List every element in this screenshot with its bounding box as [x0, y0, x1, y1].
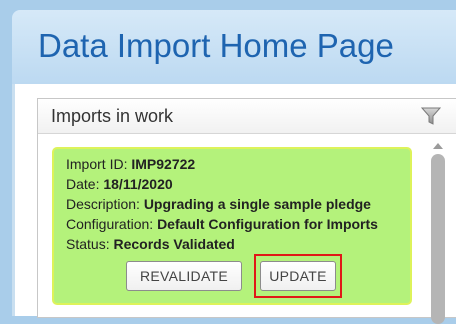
- revalidate-button[interactable]: REVALIDATE: [126, 261, 242, 291]
- update-button[interactable]: UPDATE: [260, 261, 336, 291]
- import-description-value: Upgrading a single sample pledge: [143, 196, 371, 212]
- import-date-label: Date:: [66, 176, 100, 192]
- import-id-line: Import ID: IMP92722: [66, 155, 195, 173]
- scroll-up-arrow-icon[interactable]: [433, 143, 443, 149]
- panel-header: Imports in work: [38, 99, 456, 134]
- import-date-line: Date: 18/11/2020: [66, 175, 173, 193]
- import-status-label: Status:: [66, 236, 110, 252]
- import-description-line: Description: Upgrading a single sample p…: [66, 195, 371, 213]
- vertical-scrollbar[interactable]: [428, 138, 448, 324]
- import-date-value: 18/11/2020: [103, 176, 173, 192]
- import-id-value: IMP92722: [131, 156, 196, 172]
- import-status-line: Status: Records Validated: [66, 235, 235, 253]
- import-description-label: Description:: [66, 196, 140, 212]
- import-configuration-label: Configuration:: [66, 216, 154, 232]
- page-title: Data Import Home Page: [38, 27, 394, 64]
- imports-panel: Imports in work Import ID: IMP92722 Date…: [37, 98, 456, 318]
- import-configuration-value: Default Configuration for Imports: [157, 216, 378, 232]
- import-configuration-line: Configuration: Default Configuration for…: [66, 215, 378, 233]
- import-card[interactable]: Import ID: IMP92722 Date: 18/11/2020 Des…: [52, 147, 412, 305]
- page-header: Data Import Home Page: [12, 10, 456, 84]
- import-status-value: Records Validated: [113, 236, 235, 252]
- panel-title: Imports in work: [51, 106, 174, 126]
- import-id-label: Import ID:: [66, 156, 128, 172]
- filter-icon[interactable]: [420, 105, 442, 127]
- scrollbar-thumb[interactable]: [431, 154, 445, 324]
